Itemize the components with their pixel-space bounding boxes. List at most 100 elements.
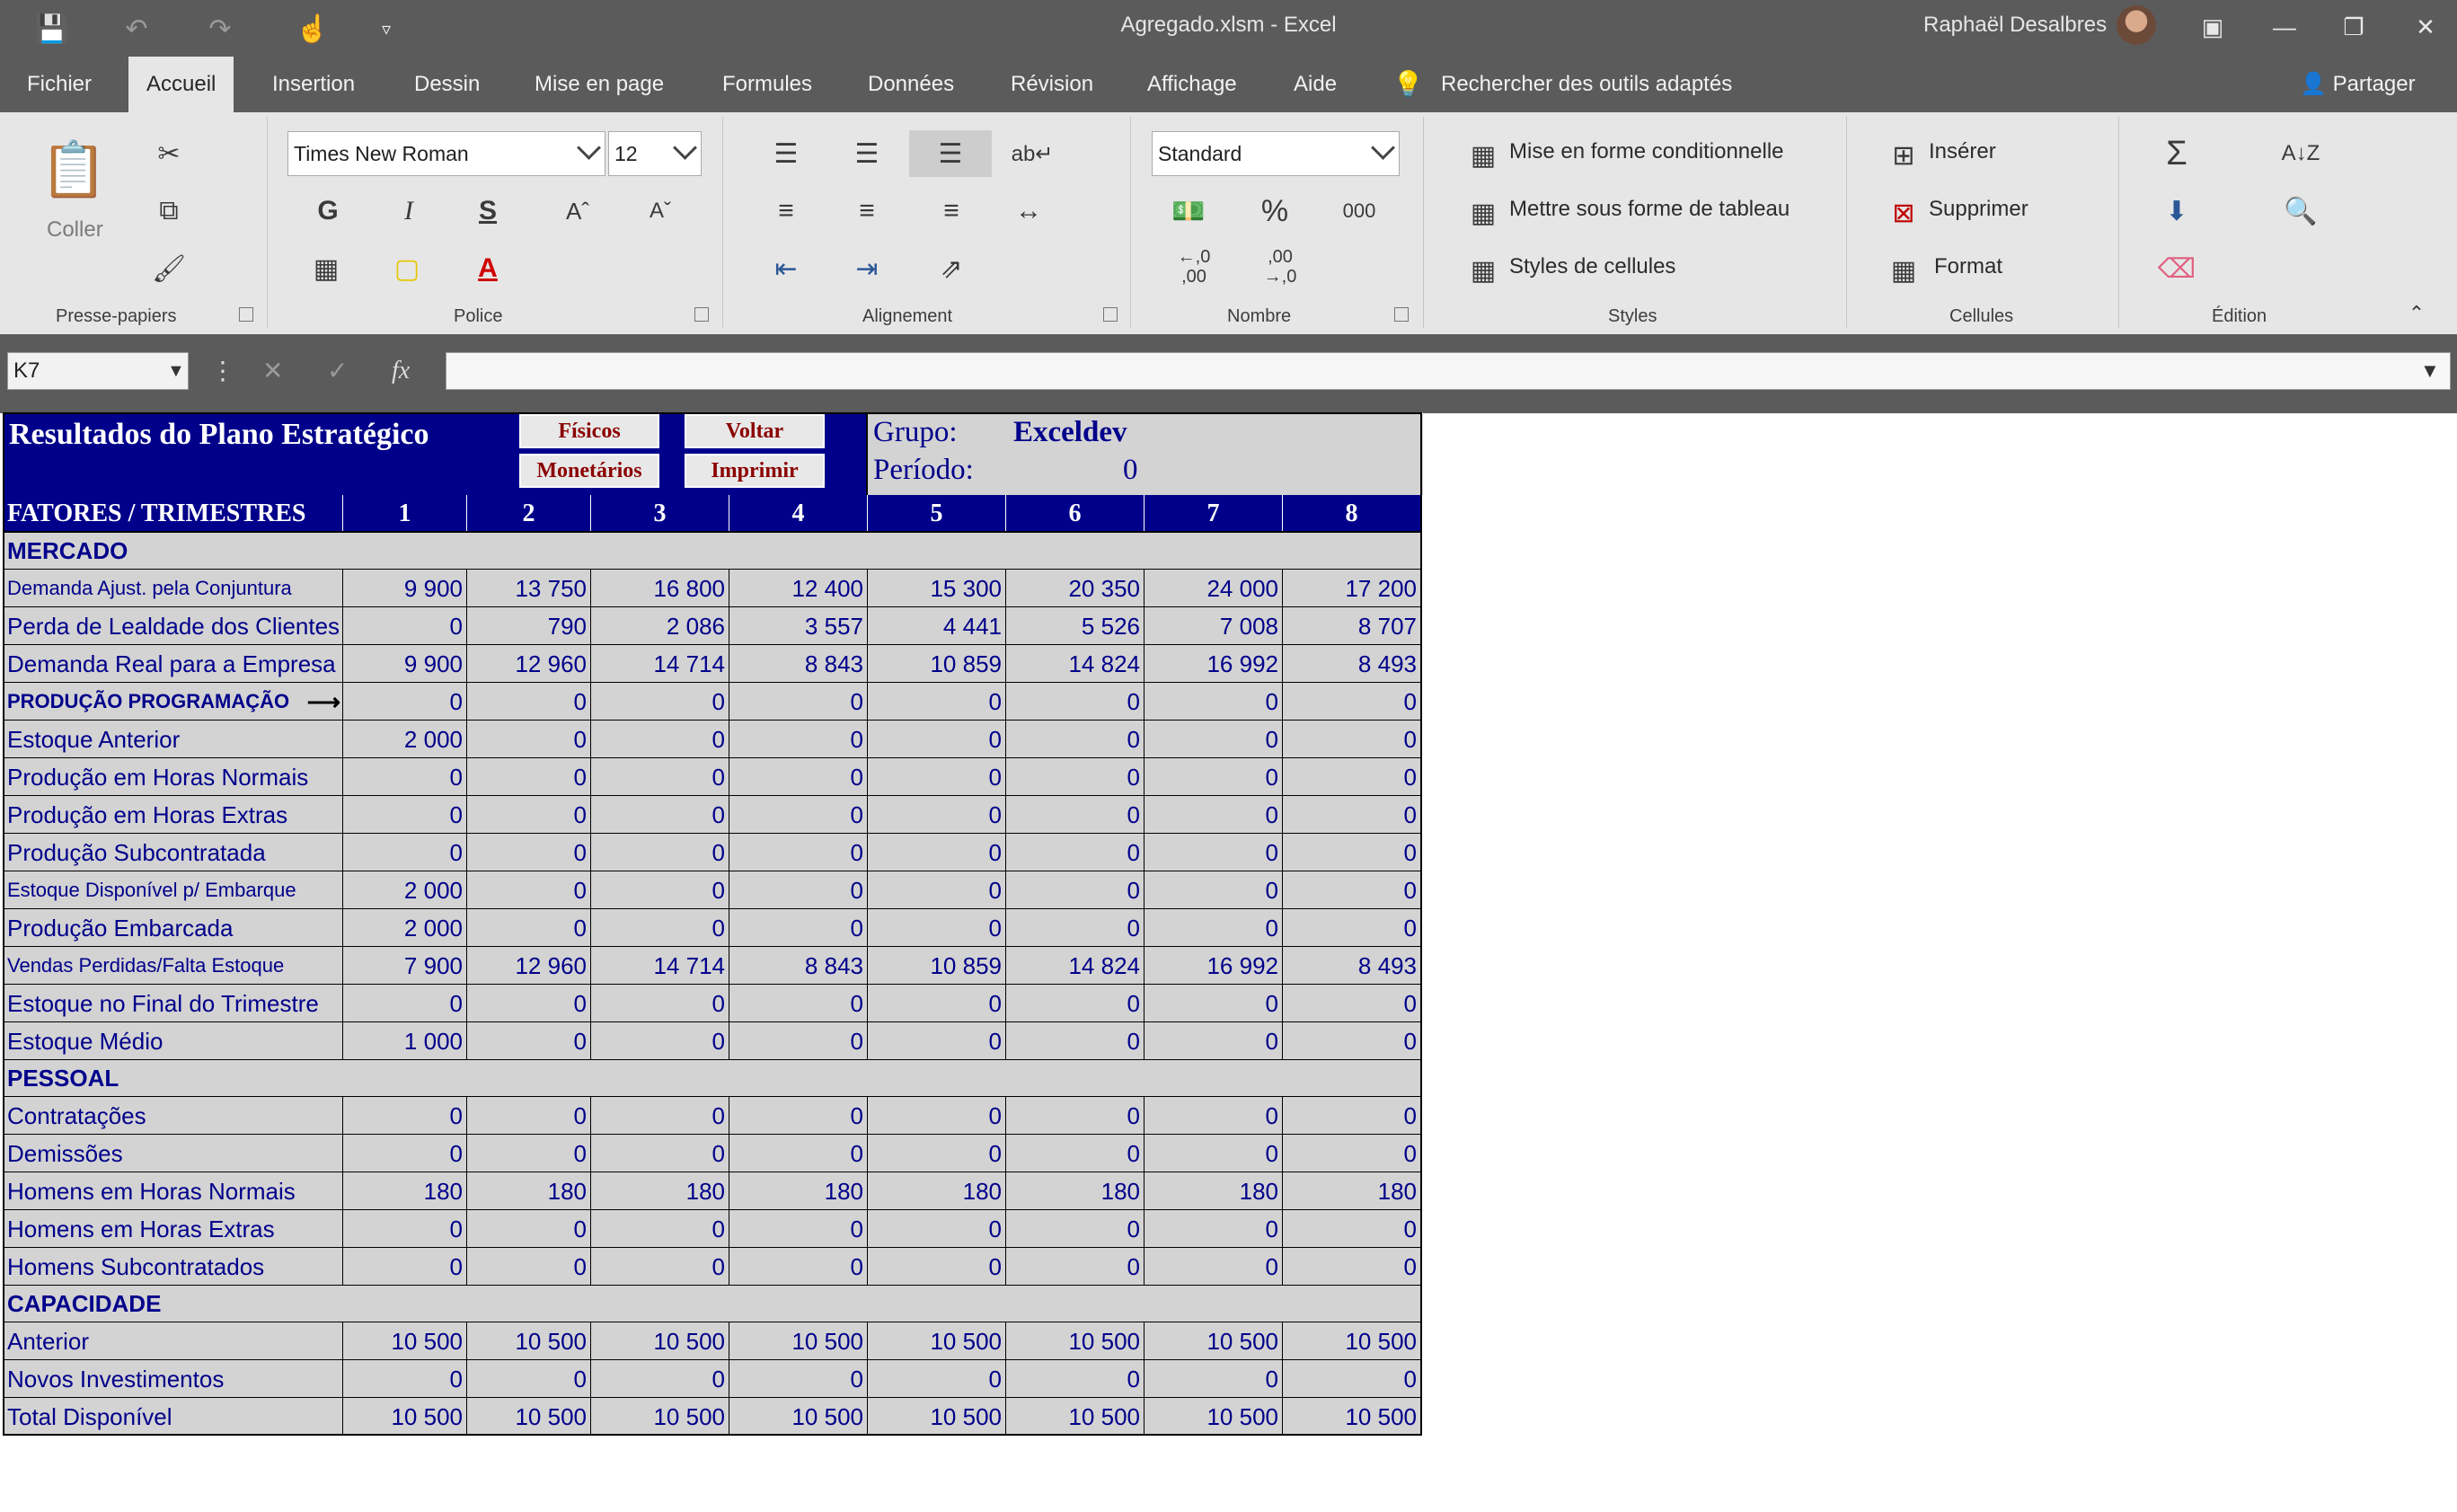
value-cell[interactable]: 10 500 (591, 1322, 729, 1359)
close-icon[interactable]: ✕ (2394, 7, 2457, 47)
value-cell[interactable]: 0 (729, 834, 868, 871)
value-cell[interactable]: 0 (729, 758, 868, 795)
value-cell[interactable]: 790 (467, 607, 591, 644)
value-cell[interactable]: 0 (343, 1248, 467, 1285)
value-cell[interactable]: 0 (1006, 1022, 1145, 1059)
header-cell[interactable]: 4 (729, 495, 868, 531)
value-cell[interactable]: 0 (729, 1097, 868, 1134)
value-cell[interactable]: 8 843 (729, 645, 868, 682)
value-cell[interactable]: 0 (467, 1022, 591, 1059)
value-cell[interactable]: 10 500 (1283, 1322, 1421, 1359)
value-cell[interactable]: 0 (1006, 796, 1145, 833)
row-label[interactable]: Demissões (4, 1135, 343, 1172)
value-cell[interactable]: 0 (343, 1210, 467, 1247)
decrease-indent-icon[interactable]: ⇤ (765, 248, 807, 289)
value-cell[interactable]: 8 843 (729, 947, 868, 984)
row-label[interactable]: Estoque Disponível p/ Embarque (4, 871, 343, 908)
value-cell[interactable]: 0 (1283, 871, 1421, 908)
value-cell[interactable]: 0 (868, 683, 1006, 720)
value-cell[interactable]: 0 (591, 721, 729, 757)
align-right-icon[interactable]: ≡ (931, 190, 972, 232)
insert-button[interactable]: Insérer (1929, 139, 1996, 164)
value-cell[interactable]: 180 (343, 1172, 467, 1209)
value-cell[interactable]: 14 714 (591, 947, 729, 984)
value-cell[interactable]: 0 (1283, 985, 1421, 1021)
value-cell[interactable]: 180 (1283, 1172, 1421, 1209)
collapse-ribbon-icon[interactable]: ⌃ (2399, 300, 2435, 327)
value-cell[interactable]: 10 500 (1006, 1398, 1145, 1435)
autosum-icon[interactable]: Σ (2156, 133, 2197, 174)
align-bottom-icon[interactable]: ☰ (909, 130, 992, 177)
value-cell[interactable]: 0 (1006, 834, 1145, 871)
value-cell[interactable]: 0 (1283, 1135, 1421, 1172)
font-size-select[interactable]: 12 (608, 131, 702, 176)
value-cell[interactable]: 0 (467, 758, 591, 795)
value-cell[interactable]: 0 (729, 721, 868, 757)
tab-dessin[interactable]: Dessin (396, 57, 498, 112)
value-cell[interactable]: 0 (1145, 796, 1283, 833)
wrap-text-icon[interactable]: ab↵ (1012, 133, 1054, 174)
value-cell[interactable]: 16 800 (591, 570, 729, 606)
header-cell[interactable]: 8 (1283, 495, 1421, 531)
value-cell[interactable]: 0 (1145, 1248, 1283, 1285)
value-cell[interactable]: 15 300 (868, 570, 1006, 606)
value-cell[interactable]: 10 859 (868, 947, 1006, 984)
value-cell[interactable]: 0 (467, 834, 591, 871)
value-cell[interactable]: 0 (591, 1210, 729, 1247)
value-cell[interactable]: 0 (591, 834, 729, 871)
row-label[interactable]: Demanda Ajust. pela Conjuntura (4, 570, 343, 606)
user-name[interactable]: Raphaël Desalbres (1923, 13, 2107, 38)
row-label[interactable]: Homens Subcontratados (4, 1248, 343, 1285)
delete-button[interactable]: Supprimer (1929, 197, 2028, 222)
row-label[interactable]: Estoque Anterior (4, 721, 343, 757)
value-cell[interactable]: 0 (591, 1360, 729, 1397)
tab-revision[interactable]: Révision (993, 57, 1111, 112)
borders-icon[interactable]: ▦ (305, 248, 347, 289)
expand-formula-icon[interactable]: ▼ (2420, 352, 2440, 390)
row-label[interactable]: Vendas Perdidas/Falta Estoque (4, 947, 343, 984)
alignment-launcher-icon[interactable] (1103, 307, 1118, 322)
fisicos-button[interactable]: Físicos (519, 414, 659, 448)
value-cell[interactable]: 0 (1283, 796, 1421, 833)
italic-button[interactable]: I (388, 190, 429, 232)
value-cell[interactable]: 0 (467, 796, 591, 833)
align-middle-icon[interactable]: ☰ (846, 133, 888, 174)
align-center-icon[interactable]: ≡ (846, 190, 888, 232)
value-cell[interactable]: 0 (729, 1022, 868, 1059)
row-label[interactable]: Produção em Horas Extras (4, 796, 343, 833)
value-cell[interactable]: 0 (591, 871, 729, 908)
section-label[interactable]: CAPACIDADE (4, 1286, 1421, 1322)
tab-affichage[interactable]: Affichage (1129, 57, 1255, 112)
value-cell[interactable]: 0 (1283, 1097, 1421, 1134)
value-cell[interactable]: 2 086 (591, 607, 729, 644)
value-cell[interactable]: 0 (868, 796, 1006, 833)
value-cell[interactable]: 0 (591, 1097, 729, 1134)
header-cell[interactable]: 5 (868, 495, 1006, 531)
value-cell[interactable]: 180 (1006, 1172, 1145, 1209)
more-options-icon[interactable]: ⋮ (210, 352, 235, 390)
value-cell[interactable]: 12 960 (467, 947, 591, 984)
clear-icon[interactable]: ⌫ (2156, 248, 2197, 289)
decrease-decimal-icon[interactable]: ,00 →,0 (1259, 246, 1301, 287)
value-cell[interactable]: 10 500 (1145, 1398, 1283, 1435)
value-cell[interactable]: 0 (343, 758, 467, 795)
value-cell[interactable]: 8 707 (1283, 607, 1421, 644)
tell-me-search[interactable]: Rechercher des outils adaptés (1423, 57, 1750, 112)
value-cell[interactable]: 14 824 (1006, 947, 1145, 984)
cancel-icon[interactable]: ✕ (262, 352, 283, 390)
header-cell[interactable]: 2 (467, 495, 591, 531)
value-cell[interactable]: 8 493 (1283, 947, 1421, 984)
value-cell[interactable]: 0 (1283, 758, 1421, 795)
value-cell[interactable]: 0 (467, 1210, 591, 1247)
tab-fichier[interactable]: Fichier (9, 57, 110, 112)
value-cell[interactable]: 0 (467, 1097, 591, 1134)
percent-button[interactable]: % (1254, 190, 1295, 232)
value-cell[interactable]: 0 (868, 1135, 1006, 1172)
value-cell[interactable]: 0 (1145, 1360, 1283, 1397)
value-cell[interactable]: 0 (343, 1097, 467, 1134)
format-painter-icon[interactable]: 🖌 (148, 248, 190, 289)
value-cell[interactable]: 0 (467, 909, 591, 946)
value-cell[interactable]: 13 750 (467, 570, 591, 606)
value-cell[interactable]: 0 (868, 721, 1006, 757)
value-cell[interactable]: 20 350 (1006, 570, 1145, 606)
